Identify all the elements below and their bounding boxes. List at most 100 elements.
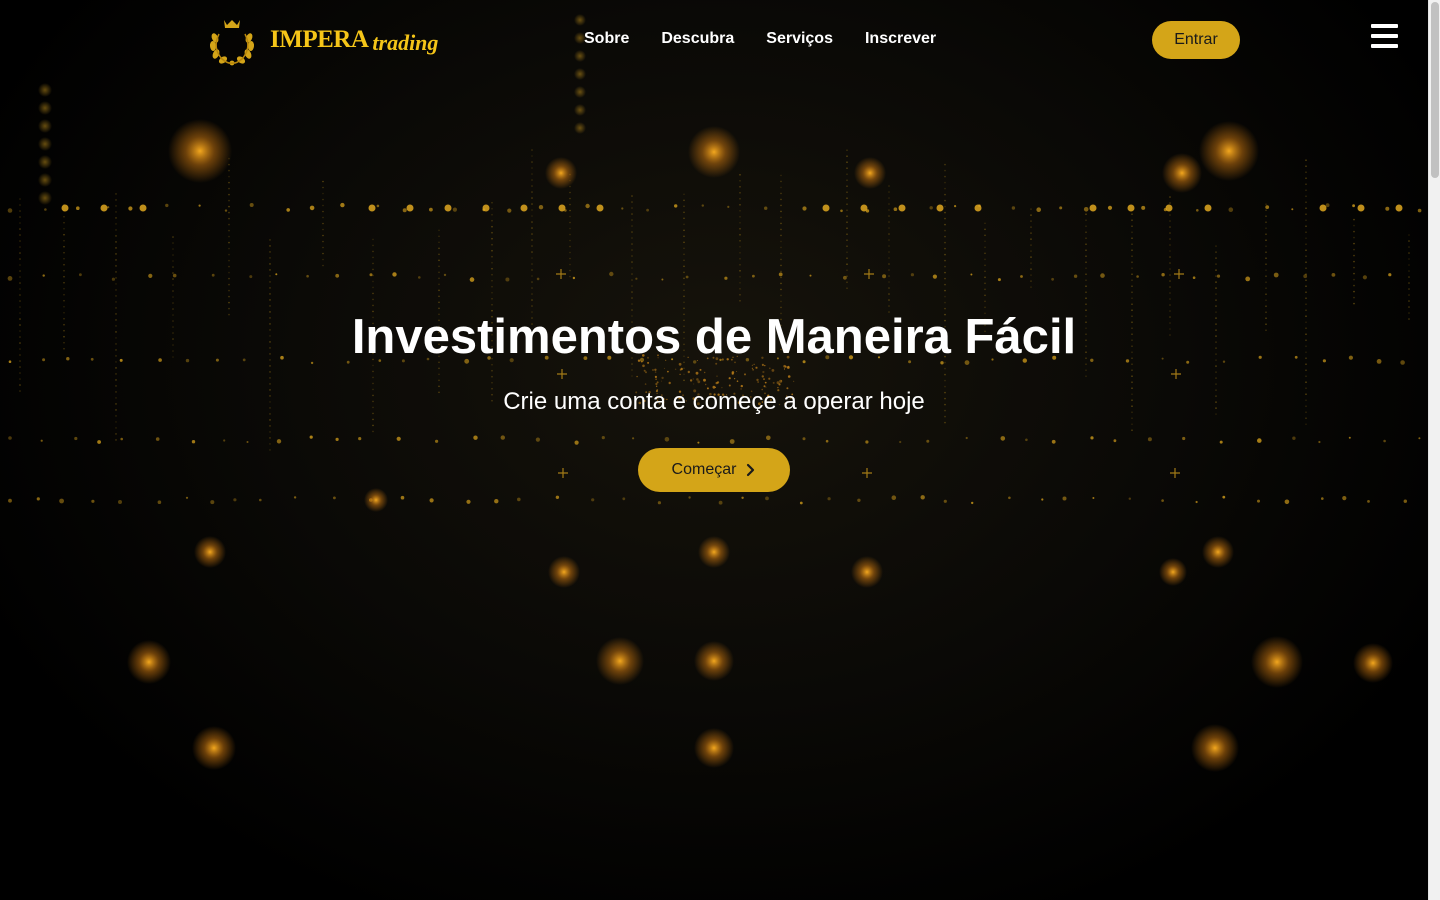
bg-particle — [443, 273, 447, 277]
bg-particle — [716, 381, 720, 384]
bg-particle — [438, 253, 440, 256]
bg-particle — [569, 263, 571, 266]
bg-particle — [679, 373, 681, 376]
bg-particle — [1265, 221, 1267, 223]
bg-particle — [1030, 256, 1032, 258]
bg-particle — [63, 281, 65, 284]
bg-particle — [19, 204, 21, 206]
bg-particle — [364, 488, 388, 512]
bg-particle — [1353, 218, 1355, 221]
bg-particle — [1131, 237, 1133, 239]
bg-particle — [1030, 250, 1032, 252]
bg-particle — [1171, 369, 1181, 379]
bg-particle — [322, 192, 324, 195]
bg-particle — [1131, 267, 1133, 270]
nav-link-descubra[interactable]: Descubra — [661, 30, 734, 48]
bg-particle — [846, 221, 848, 223]
bg-particle — [1265, 209, 1267, 211]
bg-particle — [1305, 381, 1307, 384]
bg-particle — [491, 285, 493, 288]
bg-particle — [1265, 299, 1267, 302]
bg-particle — [827, 497, 831, 501]
start-button[interactable]: Começar — [638, 448, 790, 492]
bg-particle — [809, 274, 812, 277]
bg-particle — [322, 180, 324, 183]
bg-particle — [780, 258, 782, 261]
bg-particle — [755, 366, 758, 369]
bg-particle — [1215, 263, 1217, 265]
bg-particle — [372, 286, 374, 289]
bg-particle — [1353, 290, 1355, 293]
bg-particle — [1305, 417, 1307, 420]
bg-particle — [1303, 274, 1308, 279]
bg-particle — [269, 377, 271, 379]
bg-particle — [1169, 238, 1171, 240]
bg-particle — [1408, 300, 1410, 302]
bg-particle — [739, 288, 741, 290]
bg-particle — [1305, 219, 1307, 221]
bg-particle — [864, 269, 874, 279]
bg-particle — [1216, 274, 1221, 278]
bg-particle — [854, 157, 886, 189]
bg-particle — [591, 498, 595, 502]
bg-particle — [1169, 268, 1171, 270]
bg-particle — [172, 302, 174, 304]
bg-particle — [1059, 206, 1063, 210]
bg-particle — [739, 276, 741, 278]
bg-particle — [38, 101, 52, 115]
bg-particle — [739, 294, 741, 296]
scrollbar[interactable] — [1428, 0, 1440, 900]
bg-particle — [764, 381, 767, 384]
bg-particle — [780, 198, 782, 201]
bg-particle — [888, 281, 890, 283]
bg-particle — [1265, 257, 1267, 260]
bg-particle — [19, 366, 21, 368]
hamburger-menu-icon[interactable] — [1371, 24, 1398, 48]
bg-particle — [531, 263, 533, 265]
bg-particle — [1305, 255, 1307, 257]
bg-particle — [128, 206, 133, 211]
bg-particle — [787, 375, 791, 378]
brand-logo[interactable]: IMPERA trading — [206, 14, 438, 66]
bg-particle — [888, 305, 890, 307]
bg-particle — [569, 245, 571, 248]
bg-particle — [1353, 242, 1355, 245]
nav-link-inscrever[interactable]: Inscrever — [865, 30, 936, 48]
bg-particle — [657, 501, 662, 505]
bg-particle — [172, 284, 174, 286]
bg-particle — [729, 439, 735, 444]
bg-particle — [1131, 249, 1133, 251]
bg-particle — [1321, 497, 1324, 500]
bg-particle — [736, 380, 739, 383]
bg-particle — [944, 241, 946, 244]
bg-particle — [228, 163, 230, 166]
bg-particle — [402, 208, 407, 213]
bg-particle — [1008, 496, 1011, 500]
bg-particle — [438, 373, 440, 376]
bg-particle — [115, 439, 117, 441]
bg-particle — [766, 435, 771, 441]
bg-particle — [545, 157, 577, 189]
bg-particle — [1051, 439, 1056, 444]
bg-particle — [696, 378, 699, 381]
bg-particle — [857, 498, 861, 502]
scrollbar-thumb[interactable] — [1431, 2, 1439, 178]
nav-link-sobre[interactable]: Sobre — [584, 30, 629, 48]
bg-particle — [756, 378, 759, 382]
bg-particle — [585, 203, 590, 209]
bg-particle — [491, 219, 493, 222]
bg-particle — [1305, 243, 1307, 245]
navbar: IMPERA trading Sobre Descubra Serviços I… — [0, 0, 1428, 80]
bg-particle — [228, 181, 230, 184]
login-button[interactable]: Entrar — [1152, 21, 1240, 59]
bg-particle — [944, 259, 946, 262]
bg-particle — [115, 283, 117, 285]
bg-particle — [63, 215, 65, 218]
bg-particle — [888, 245, 890, 247]
bg-particle — [115, 193, 117, 195]
bg-particle — [1100, 273, 1105, 278]
bg-particle — [780, 174, 782, 177]
bg-particle — [286, 208, 291, 212]
nav-link-servicos[interactable]: Serviços — [766, 30, 833, 48]
bg-particle — [19, 198, 21, 200]
